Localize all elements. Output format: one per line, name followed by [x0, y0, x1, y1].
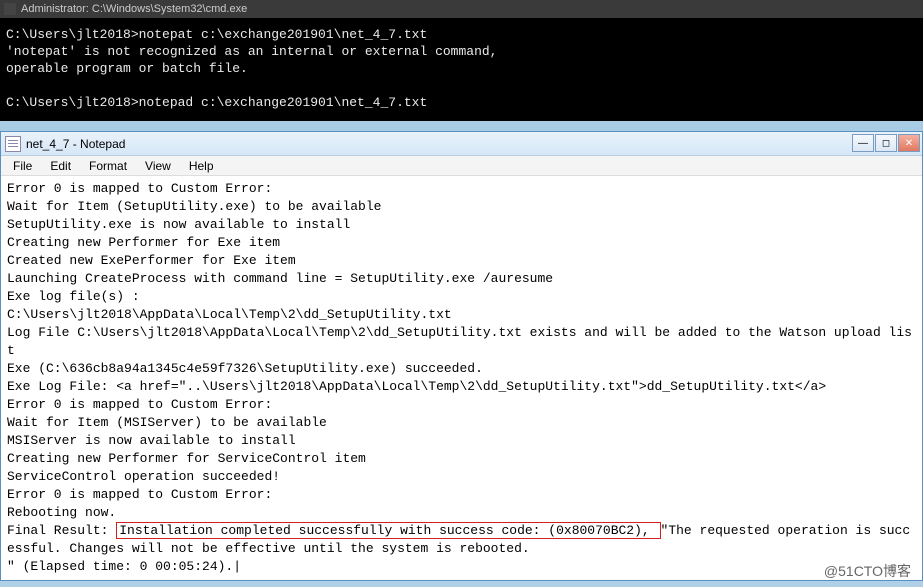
log-line: Exe log file(s) : — [7, 289, 140, 304]
log-line: Exe Log File: <a href="..\Users\jlt2018\… — [7, 379, 826, 394]
log-line: Exe (C:\636cb8a94a1345c4e59f7326\SetupUt… — [7, 361, 483, 376]
notepad-window: net_4_7 - Notepad — ◻ ✕ File Edit Format… — [0, 131, 923, 581]
cmd-line: C:\Users\jlt2018>notepat c:\exchange2019… — [6, 27, 427, 42]
notepad-title: net_4_7 - Notepad — [26, 137, 125, 151]
text-cursor: | — [233, 558, 241, 576]
log-line: Creating new Performer for ServiceContro… — [7, 451, 366, 466]
menu-view[interactable]: View — [137, 157, 179, 175]
log-line: Wait for Item (SetupUtility.exe) to be a… — [7, 199, 381, 214]
menu-file[interactable]: File — [5, 157, 40, 175]
close-button[interactable]: ✕ — [898, 134, 920, 152]
final-result-highlight: Installation completed successfully with… — [119, 523, 657, 538]
menu-help[interactable]: Help — [181, 157, 222, 175]
log-line: Error 0 is mapped to Custom Error: — [7, 181, 272, 196]
notepad-content[interactable]: Error 0 is mapped to Custom Error: Wait … — [1, 176, 922, 580]
cmd-window: Administrator: C:\Windows\System32\cmd.e… — [0, 0, 923, 121]
cmd-title: Administrator: C:\Windows\System32\cmd.e… — [21, 3, 247, 15]
cmd-line: C:\Users\jlt2018>notepad c:\exchange2019… — [6, 95, 427, 110]
log-line: Creating new Performer for Exe item — [7, 235, 280, 250]
highlight-box: Installation completed successfully with… — [116, 522, 660, 539]
log-line: Created new ExePerformer for Exe item — [7, 253, 296, 268]
log-line: Wait for Item (MSIServer) to be availabl… — [7, 415, 327, 430]
log-line: ServiceControl operation succeeded! — [7, 469, 280, 484]
notepad-icon — [5, 136, 21, 152]
menu-edit[interactable]: Edit — [42, 157, 79, 175]
menu-format[interactable]: Format — [81, 157, 135, 175]
log-line: Log File C:\Users\jlt2018\AppData\Local\… — [7, 325, 912, 358]
log-line: MSIServer is now available to install — [7, 433, 296, 448]
cmd-line: operable program or batch file. — [6, 61, 248, 76]
log-line: " (Elapsed time: 0 00:05:24). — [7, 559, 233, 574]
final-result-prefix: Final Result: — [7, 523, 116, 538]
log-line: Launching CreateProcess with command lin… — [7, 271, 553, 286]
log-line: C:\Users\jlt2018\AppData\Local\Temp\2\dd… — [7, 307, 452, 322]
cmd-titlebar[interactable]: Administrator: C:\Windows\System32\cmd.e… — [0, 0, 923, 18]
log-line: Error 0 is mapped to Custom Error: — [7, 487, 272, 502]
window-buttons: — ◻ ✕ — [852, 134, 920, 152]
notepad-titlebar[interactable]: net_4_7 - Notepad — ◻ ✕ — [1, 132, 922, 156]
desktop-gap — [0, 121, 923, 131]
cmd-body[interactable]: C:\Users\jlt2018>notepat c:\exchange2019… — [0, 18, 923, 121]
watermark: @51CTO博客 — [824, 561, 911, 581]
maximize-button[interactable]: ◻ — [875, 134, 897, 152]
notepad-menubar: File Edit Format View Help — [1, 156, 922, 176]
cmd-line: 'notepat' is not recognized as an intern… — [6, 44, 497, 59]
cmd-icon — [4, 3, 16, 15]
log-line: Rebooting now. — [7, 505, 116, 520]
log-line: SetupUtility.exe is now available to ins… — [7, 217, 350, 232]
log-line: Error 0 is mapped to Custom Error: — [7, 397, 272, 412]
minimize-button[interactable]: — — [852, 134, 874, 152]
